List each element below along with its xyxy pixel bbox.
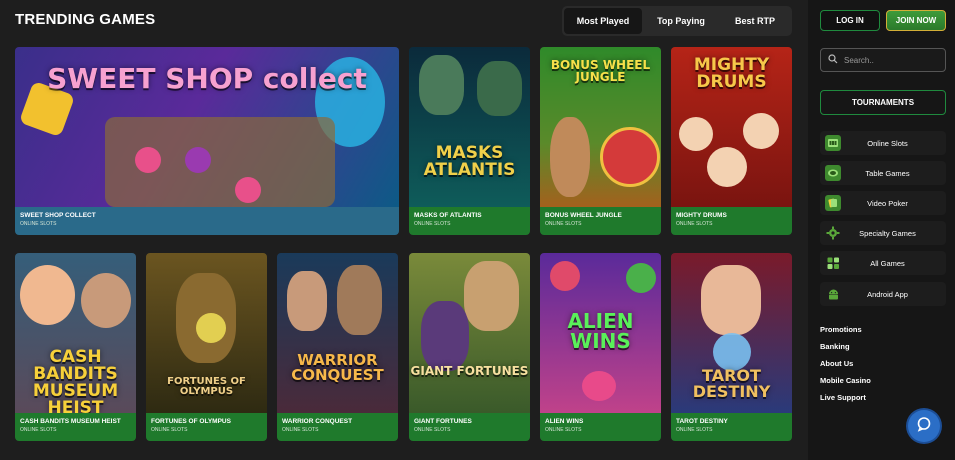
slot-machine-icon [825, 135, 841, 151]
game-title: TAROT DESTINY [676, 418, 728, 425]
sidebar-item-online-slots[interactable]: Online Slots [820, 131, 946, 155]
tab-best-rtp[interactable]: Best RTP [720, 8, 790, 34]
game-card-giant-fortunes[interactable]: GIANT FORTUNES GIANT FORTUNES ONLINE SLO… [409, 253, 530, 441]
game-thumbnail: GIANT FORTUNES [409, 253, 530, 413]
main-content: TRENDING GAMES Most Played Top Paying Be… [0, 0, 808, 460]
game-category: ONLINE SLOTS [414, 221, 451, 227]
game-logo-art: WARRIOR CONQUEST [291, 351, 384, 384]
tab-top-paying[interactable]: Top Paying [642, 8, 720, 34]
link-mobile-casino[interactable]: Mobile Casino [820, 376, 871, 393]
sidebar-item-specialty-games[interactable]: Specialty Games [820, 221, 946, 245]
game-title: SWEET SHOP COLLECT [20, 212, 96, 219]
game-logo-art: FORTUNES OF OLYMPUS [167, 376, 246, 397]
table-games-icon [825, 165, 841, 181]
page-title: TRENDING GAMES [15, 11, 156, 28]
game-logo-art: TAROT DESTINY [692, 366, 771, 401]
tournaments-button[interactable]: TOURNAMENTS [820, 90, 946, 115]
game-category: ONLINE SLOTS [20, 221, 57, 227]
game-title: FORTUNES OF OLYMPUS [151, 418, 231, 425]
login-button[interactable]: LOG IN [820, 10, 880, 31]
game-card-tarot-destiny[interactable]: TAROT DESTINY TAROT DESTINY ONLINE SLOTS [671, 253, 792, 441]
link-promotions[interactable]: Promotions [820, 325, 871, 342]
gear-icon [825, 225, 841, 241]
link-live-support[interactable]: Live Support [820, 393, 871, 410]
game-category: ONLINE SLOTS [414, 427, 451, 433]
game-category: ONLINE SLOTS [676, 221, 713, 227]
game-category: ONLINE SLOTS [545, 427, 582, 433]
sidebar-item-label: All Games [870, 258, 905, 268]
sidebar-item-table-games[interactable]: Table Games [820, 161, 946, 185]
game-info-bar: MIGHTY DRUMS ONLINE SLOTS [671, 207, 792, 235]
link-banking[interactable]: Banking [820, 342, 871, 359]
game-info-bar: GIANT FORTUNES ONLINE SLOTS [409, 413, 530, 441]
game-info-bar: ALIEN WINS ONLINE SLOTS [540, 413, 661, 441]
chat-bubble-icon [916, 416, 932, 437]
game-logo-art: MASKS ATLANTIS [423, 143, 516, 180]
game-title: MIGHTY DRUMS [676, 212, 727, 219]
game-info-bar: MASKS OF ATLANTIS ONLINE SLOTS [409, 207, 530, 235]
game-info-bar: WARRIOR CONQUEST ONLINE SLOTS [277, 413, 398, 441]
game-logo-art: CASH BANDITS MUSEUM HEIST [32, 347, 119, 414]
game-logo-art: MIGHTY DRUMS [693, 55, 770, 92]
game-info-bar: BONUS WHEEL JUNGLE ONLINE SLOTS [540, 207, 661, 235]
game-info-bar: FORTUNES OF OLYMPUS ONLINE SLOTS [146, 413, 267, 441]
sort-tabs: Most Played Top Paying Best RTP [562, 6, 792, 36]
game-thumbnail: ALIEN WINS [540, 253, 661, 413]
game-title: GIANT FORTUNES [414, 418, 472, 425]
game-logo-art: GIANT FORTUNES [410, 364, 529, 378]
join-now-button[interactable]: JOIN NOW [886, 10, 946, 31]
game-category: ONLINE SLOTS [676, 427, 713, 433]
game-logo-art: BONUS WHEEL JUNGLE [550, 58, 651, 84]
game-logo-art: SWEET SHOP collect [47, 62, 367, 95]
game-card-fortunes-of-olympus[interactable]: FORTUNES OF OLYMPUS FORTUNES OF OLYMPUS … [146, 253, 267, 441]
game-category: ONLINE SLOTS [545, 221, 582, 227]
game-thumbnail: MASKS ATLANTIS [409, 47, 530, 207]
game-thumbnail: SWEET SHOP collect [15, 47, 399, 207]
sidebar-item-all-games[interactable]: All Games [820, 251, 946, 275]
game-thumbnail: WARRIOR CONQUEST [277, 253, 398, 413]
sidebar-item-label: Table Games [865, 168, 910, 178]
game-title: CASH BANDITS MUSEUM HEIST [20, 418, 121, 425]
game-thumbnail: TAROT DESTINY [671, 253, 792, 413]
live-chat-button[interactable] [908, 410, 940, 442]
sidebar: LOG IN JOIN NOW TOURNAMENTS Online Slots… [808, 0, 955, 460]
game-category: ONLINE SLOTS [151, 427, 188, 433]
game-thumbnail: CASH BANDITS MUSEUM HEIST [15, 253, 136, 413]
search-box[interactable] [820, 48, 946, 72]
sidebar-item-label: Video Poker [867, 198, 908, 208]
game-category: ONLINE SLOTS [282, 427, 319, 433]
search-icon [828, 51, 838, 69]
game-title: ALIEN WINS [545, 418, 584, 425]
game-card-cash-bandits-museum-heist[interactable]: CASH BANDITS MUSEUM HEIST CASH BANDITS M… [15, 253, 136, 441]
game-thumbnail: FORTUNES OF OLYMPUS [146, 253, 267, 413]
game-title: MASKS OF ATLANTIS [414, 212, 482, 219]
cards-icon [825, 195, 841, 211]
android-icon [825, 286, 841, 302]
sidebar-item-label: Android App [867, 289, 908, 299]
game-logo-art: ALIEN WINS [567, 309, 634, 353]
grid-icon [825, 255, 841, 271]
game-thumbnail: BONUS WHEEL JUNGLE [540, 47, 661, 207]
game-card-warrior-conquest[interactable]: WARRIOR CONQUEST WARRIOR CONQUEST ONLINE… [277, 253, 398, 441]
game-title: WARRIOR CONQUEST [282, 418, 353, 425]
game-card-sweet-shop-collect[interactable]: SWEET SHOP collect SWEET SHOP COLLECT ON… [15, 47, 399, 235]
game-info-bar: TAROT DESTINY ONLINE SLOTS [671, 413, 792, 441]
tab-most-played[interactable]: Most Played [564, 8, 642, 34]
footer-links: Promotions Banking About Us Mobile Casin… [820, 325, 871, 410]
game-card-masks-of-atlantis[interactable]: MASKS ATLANTIS MASKS OF ATLANTIS ONLINE … [409, 47, 530, 235]
sidebar-item-label: Online Slots [867, 138, 908, 148]
sidebar-item-android-app[interactable]: Android App [820, 282, 946, 306]
search-input[interactable] [844, 55, 944, 65]
game-info-bar: CASH BANDITS MUSEUM HEIST ONLINE SLOTS [15, 413, 136, 441]
game-title: BONUS WHEEL JUNGLE [545, 212, 622, 219]
game-info-bar: SWEET SHOP COLLECT ONLINE SLOTS [15, 207, 399, 235]
game-card-alien-wins[interactable]: ALIEN WINS ALIEN WINS ONLINE SLOTS [540, 253, 661, 441]
link-about-us[interactable]: About Us [820, 359, 871, 376]
sidebar-item-label: Specialty Games [859, 228, 916, 238]
game-category: ONLINE SLOTS [20, 427, 57, 433]
game-card-mighty-drums[interactable]: MIGHTY DRUMS MIGHTY DRUMS ONLINE SLOTS [671, 47, 792, 235]
game-thumbnail: MIGHTY DRUMS [671, 47, 792, 207]
sidebar-item-video-poker[interactable]: Video Poker [820, 191, 946, 215]
game-card-bonus-wheel-jungle[interactable]: BONUS WHEEL JUNGLE BONUS WHEEL JUNGLE ON… [540, 47, 661, 235]
